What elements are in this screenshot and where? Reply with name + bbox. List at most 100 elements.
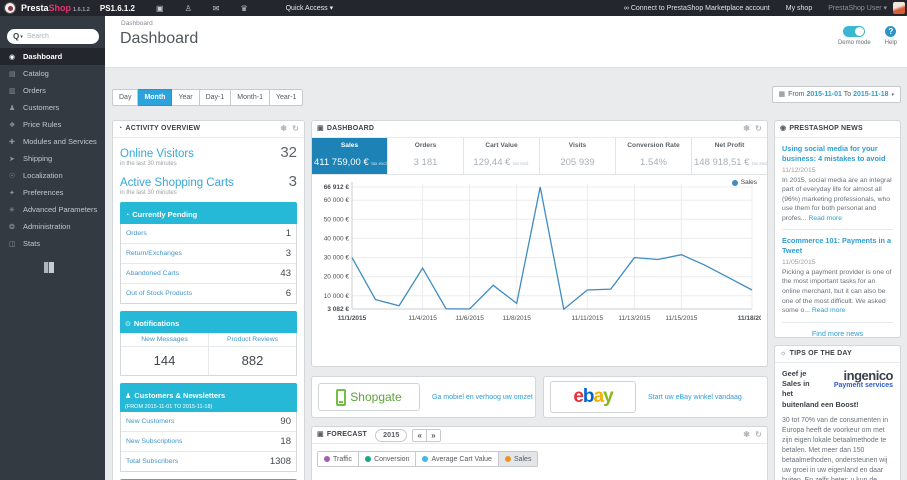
abandoned-carts-link[interactable]: Abandoned Carts [126,270,179,277]
currently-pending-header: ◔ Currently Pending [120,202,297,224]
forecast-year-badge[interactable]: 2015 [375,429,408,442]
shopgate-banner: Shopgate Ga mobiel en verhoog uw omzet [311,376,536,418]
my-shop-link[interactable]: My shop [786,5,812,12]
list-item: Orders 1 [126,228,291,239]
dashboard-panel-header: ▣ DASHBOARD ✱ ↻ [312,121,767,138]
filter-day-1-button[interactable]: Day-1 [199,89,232,106]
legend-dot [731,179,738,186]
shopgate-logo[interactable]: Shopgate [318,383,420,411]
kpi-cart-value[interactable]: Cart Value 129,44 € tax excl. [464,138,540,174]
product-reviews-link[interactable]: Product Reviews [209,333,296,347]
total-subscribers-link[interactable]: Total Subscribers [126,458,178,465]
advanced-parameters-icon: ✳ [9,206,15,214]
tab-sales[interactable]: Sales [498,451,539,467]
gear-icon[interactable]: ✱ [743,124,750,133]
collapse-menu-icon[interactable] [44,262,54,273]
sidebar-item-catalog[interactable]: ▤ Catalog [0,65,105,82]
prestashop-logo[interactable] [4,2,16,14]
list-item: New Customers 90 [126,416,291,427]
article-title-link[interactable]: Using social media for your business: 4 … [782,144,893,164]
ebay-link[interactable]: Start uw eBay winkel vandaag [648,394,742,401]
kpi-sales[interactable]: Sales 411 759,00 € tax excl. [312,138,388,174]
mail-icon[interactable]: ✉ [213,4,220,13]
refresh-icon[interactable]: ↻ [755,430,762,439]
svg-text:60 000 €: 60 000 € [324,197,350,204]
kpi-conversion-rate[interactable]: Conversion Rate 1.54% [616,138,692,174]
refresh-icon[interactable]: ↻ [755,124,762,133]
traffic-dot-icon [324,456,330,462]
online-visitors-link[interactable]: Online Visitors [120,148,194,160]
people-icon: ♟ [125,393,132,400]
filter-month-1-button[interactable]: Month-1 [231,89,270,106]
filter-month-button[interactable]: Month [138,89,173,106]
svg-text:11/13/2015: 11/13/2015 [618,315,650,322]
trophy-icon[interactable]: ♛ [240,4,247,13]
ingenico-logo[interactable]: ingenico Payment services [823,369,894,390]
kpi-orders[interactable]: Orders 3 181 [388,138,464,174]
user-menu[interactable]: PrestaShop User ▾ [828,4,887,12]
sidebar-item-administration[interactable]: ❂ Administration [0,218,105,235]
previous-year-button[interactable]: « [412,429,427,442]
search-icon[interactable]: Q [13,32,19,41]
new-messages-link[interactable]: New Messages [121,333,208,347]
sidebar-item-advanced-parameters[interactable]: ✳ Advanced Parameters [0,201,105,218]
active-carts-link[interactable]: Active Shopping Carts [120,177,234,189]
cart-icon: ▣ [317,125,324,132]
sidebar-item-stats[interactable]: ◫ Stats [0,235,105,252]
help-icon[interactable]: ? [885,26,897,37]
read-more-link[interactable]: Read more [812,307,846,314]
out-of-stock-link[interactable]: Out of Stock Products [126,290,192,297]
tab-conversion[interactable]: Conversion [359,451,417,467]
read-more-link[interactable]: Read more [808,215,842,222]
sidebar-item-modules[interactable]: ✚ Modules and Services [0,133,105,150]
next-year-button[interactable]: » [426,429,441,442]
cart-icon[interactable]: ▣ [156,4,164,13]
tab-traffic[interactable]: Traffic [317,451,360,467]
breadcrumb[interactable]: Dashboard [121,20,153,27]
sidebar-item-orders[interactable]: ▥ Orders [0,82,105,99]
quick-access-menu[interactable]: Quick Access ▾ [286,4,333,12]
administration-icon: ❂ [9,223,15,231]
chart-legend[interactable]: Sales [731,179,757,186]
find-more-news-link[interactable]: Find more news [782,329,893,337]
kpi-net-profit[interactable]: Net Profit 148 918,51 € tax excl. [692,138,767,174]
divider [782,321,893,323]
sidebar-item-preferences[interactable]: ✦ Preferences [0,184,105,201]
tab-average-cart-value[interactable]: Average Cart Value [416,451,499,467]
article-title-link[interactable]: Ecommerce 101: Payments in a Tweet [782,236,893,256]
kpi-visits[interactable]: Visits 205 939 [540,138,616,174]
search-caret-icon[interactable]: ▾ [20,34,23,40]
date-range-picker[interactable]: ▦ From 2015-11-01 To 2015-11-18 ▾ [771,86,901,103]
gear-icon[interactable]: ✱ [743,430,750,439]
refresh-icon[interactable]: ↻ [292,124,299,133]
filter-day-button[interactable]: Day [112,89,139,106]
svg-text:11/18/201: 11/18/201 [738,315,761,322]
svg-text:10 000 €: 10 000 € [324,293,350,300]
orders-link[interactable]: Orders [126,230,147,237]
sidebar-item-price-rules[interactable]: ❖ Price Rules [0,116,105,133]
filter-year-button[interactable]: Year [172,89,200,106]
sidebar-item-dashboard[interactable]: ◉ Dashboard [0,48,105,65]
shipping-icon: ➤ [9,155,15,163]
demo-mode-toggle[interactable] [843,26,866,37]
main: Dashboard Dashboard Demo mode ? Help Day… [105,16,907,480]
person-icon[interactable]: ♙ [185,4,192,13]
new-customers-link[interactable]: New Customers [126,418,174,425]
ebay-logo[interactable]: ebay [550,381,636,413]
clock-icon: ◔ [118,125,123,132]
marketplace-link[interactable]: ∞ Connect to PrestaShop Marketplace acco… [624,5,770,12]
search-input[interactable] [26,33,82,40]
shopgate-link[interactable]: Ga mobiel en verhoog uw omzet [432,394,533,401]
svg-text:11/6/2015: 11/6/2015 [455,315,484,322]
sidebar-item-localization[interactable]: ☉ Localization [0,167,105,184]
sidebar-item-shipping[interactable]: ➤ Shipping [0,150,105,167]
notifications-header: ⊙ Notifications [120,311,297,333]
returns-link[interactable]: Return/Exchanges [126,250,182,257]
new-subscriptions-link[interactable]: New Subscriptions [126,438,182,445]
lightbulb-icon: ☼ [780,350,787,357]
dashboard-panel: ▣ DASHBOARD ✱ ↻ Sales 411 759,00 € tax excl… [311,120,768,367]
gear-icon[interactable]: ✱ [280,124,287,133]
avatar[interactable] [893,2,905,14]
filter-year-1-button[interactable]: Year-1 [269,89,304,106]
sidebar-item-customers[interactable]: ♟ Customers [0,99,105,116]
